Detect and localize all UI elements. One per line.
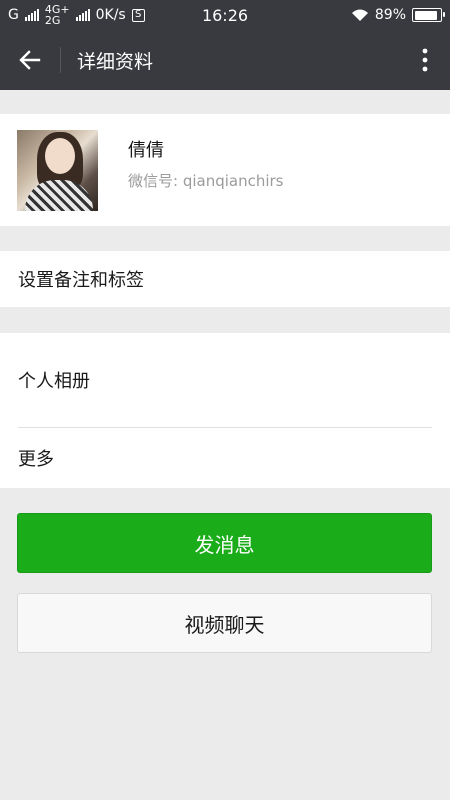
info-group: 个人相册 更多 [0,333,450,488]
more-item[interactable]: 更多 [0,428,450,488]
personal-album-label: 个人相册 [18,371,90,392]
status-bar: G 4G+ 2G 0K/s S 16:26 89% [0,0,450,30]
clock: 16:26 [201,5,249,25]
battery-percent: 89% [374,7,406,23]
app-header: 详细资料 [0,30,450,90]
set-remark-tags-label: 设置备注和标签 [18,270,144,291]
video-call-button[interactable]: 视频聊天 [17,593,432,653]
avatar[interactable] [17,129,98,211]
status-left: G 4G+ 2G 0K/s S [8,4,145,26]
page-title: 详细资料 [77,50,154,73]
s-badge-icon: S [131,8,145,22]
network-type-bottom: 2G [44,14,61,27]
more-label: 更多 [18,449,54,470]
header-divider [60,47,61,73]
send-message-button[interactable]: 发消息 [17,513,432,573]
signal-icon [24,9,39,21]
carrier-label: G [8,7,19,23]
status-right: 89% [351,7,445,23]
personal-album-item[interactable]: 个人相册 [0,333,450,427]
more-vertical-icon [422,48,428,72]
profile-info: 倩倩 微信号: qianqianchirs [128,136,284,191]
battery-icon [412,8,445,22]
wifi-icon [351,9,368,21]
more-options-button[interactable] [400,30,450,90]
arrow-left-icon [19,50,41,70]
signal-icon-2 [75,9,90,21]
profile-name: 倩倩 [128,139,164,161]
profile-card[interactable]: 倩倩 微信号: qianqianchirs [0,114,450,226]
wechat-id: 微信号: qianqianchirs [128,171,284,190]
back-button[interactable] [0,30,60,90]
battery-level [414,10,437,20]
remark-group: 设置备注和标签 [0,251,450,307]
network-type: 4G+ 2G [45,4,70,26]
set-remark-tags-item[interactable]: 设置备注和标签 [0,251,450,307]
network-speed: 0K/s [95,7,126,23]
